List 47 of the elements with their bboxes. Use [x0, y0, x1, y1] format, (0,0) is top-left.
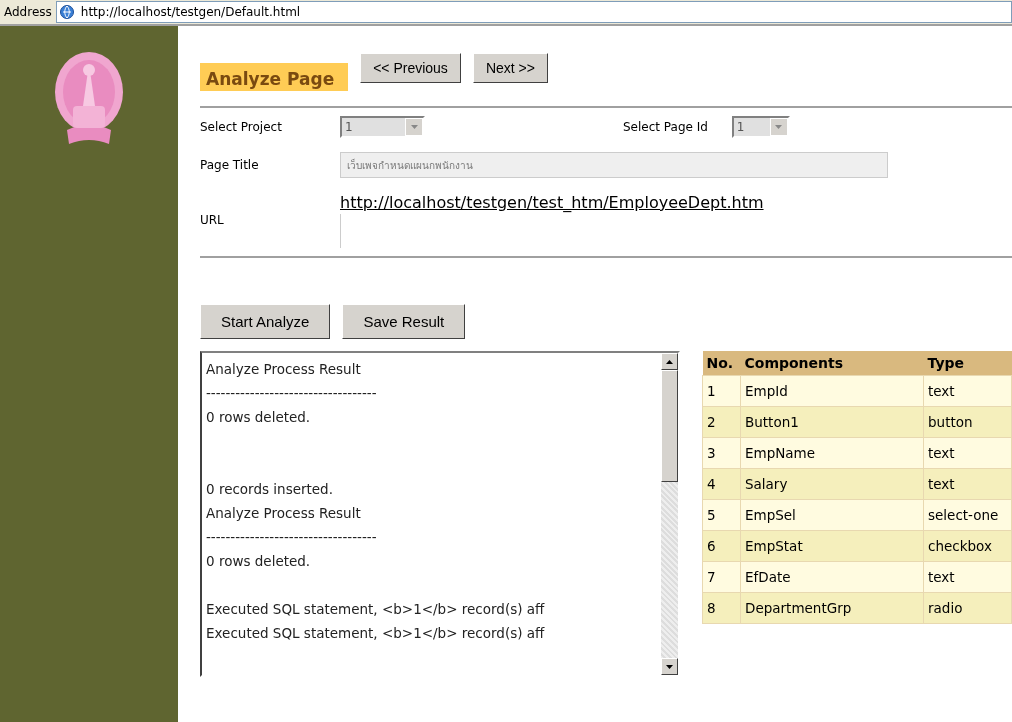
address-label: Address	[4, 5, 52, 19]
field-label: Page Title	[200, 158, 260, 172]
field-label: Select Page Id	[623, 120, 708, 134]
dropdown-icon	[769, 118, 788, 136]
table-cell: EmpId	[740, 375, 924, 407]
column-header: No.	[702, 351, 741, 376]
result-textarea[interactable]	[200, 351, 680, 677]
address-field[interactable]: http://localhost/testgen/Default.html	[55, 1, 1012, 23]
table-cell: EmpSel	[740, 499, 924, 531]
nav-button[interactable]: Next >>	[472, 53, 548, 83]
scroll-up-icon[interactable]	[666, 359, 673, 364]
table-cell: EmpName	[740, 437, 924, 469]
table-cell: 4	[702, 468, 741, 500]
table-cell: text	[923, 375, 1012, 407]
nav-button[interactable]: << Previous	[360, 53, 461, 83]
table-cell: Salary	[740, 468, 924, 500]
table-cell: radio	[923, 592, 1012, 624]
table-cell: 6	[702, 530, 741, 562]
field-label: URL	[200, 213, 225, 227]
table-cell: select-one	[923, 499, 1012, 531]
action-button[interactable]: Save Result	[342, 304, 466, 339]
table-cell: 7	[702, 561, 741, 593]
field-label: Select Project	[200, 120, 283, 134]
table-cell: checkbox	[923, 530, 1012, 562]
table-cell: 1	[702, 375, 741, 407]
table-cell: EfDate	[740, 561, 924, 593]
table-cell: text	[923, 561, 1012, 593]
scrollbar[interactable]	[661, 353, 678, 675]
table-cell: DepartmentGrp	[740, 592, 924, 624]
table-cell: 2	[702, 406, 741, 438]
table-cell: EmpStat	[740, 530, 924, 562]
table-cell: text	[923, 468, 1012, 500]
log-text: Analyze Process Result ----------------------------------- 0 rows deleted. 0 records inserted. Analyze Process Result ----------------------------------- 0 rows deleted. Executed SQL statement, <b>1</b> record(s) aff Executed SQL statement, <b>1</b> record(s) aff	[206, 360, 546, 643]
table-cell: button	[923, 406, 1012, 438]
scroll-down-icon[interactable]	[666, 664, 673, 669]
url-link[interactable]: http://localhost/testgen/test_htm/EmployeeDept.htm	[340, 192, 889, 212]
table-cell: Button1	[740, 406, 924, 438]
table-cell: 8	[702, 592, 741, 624]
globe-icon	[58, 4, 75, 20]
table-cell: 5	[702, 499, 741, 531]
dropdown-icon	[405, 118, 423, 136]
action-button[interactable]: Start Analyze	[200, 304, 331, 339]
table-cell: 3	[702, 437, 741, 469]
page-heading: Analyze Page	[200, 63, 349, 91]
column-header: Components	[740, 351, 924, 376]
column-header: Type	[923, 351, 1012, 376]
table-cell: text	[923, 437, 1012, 469]
